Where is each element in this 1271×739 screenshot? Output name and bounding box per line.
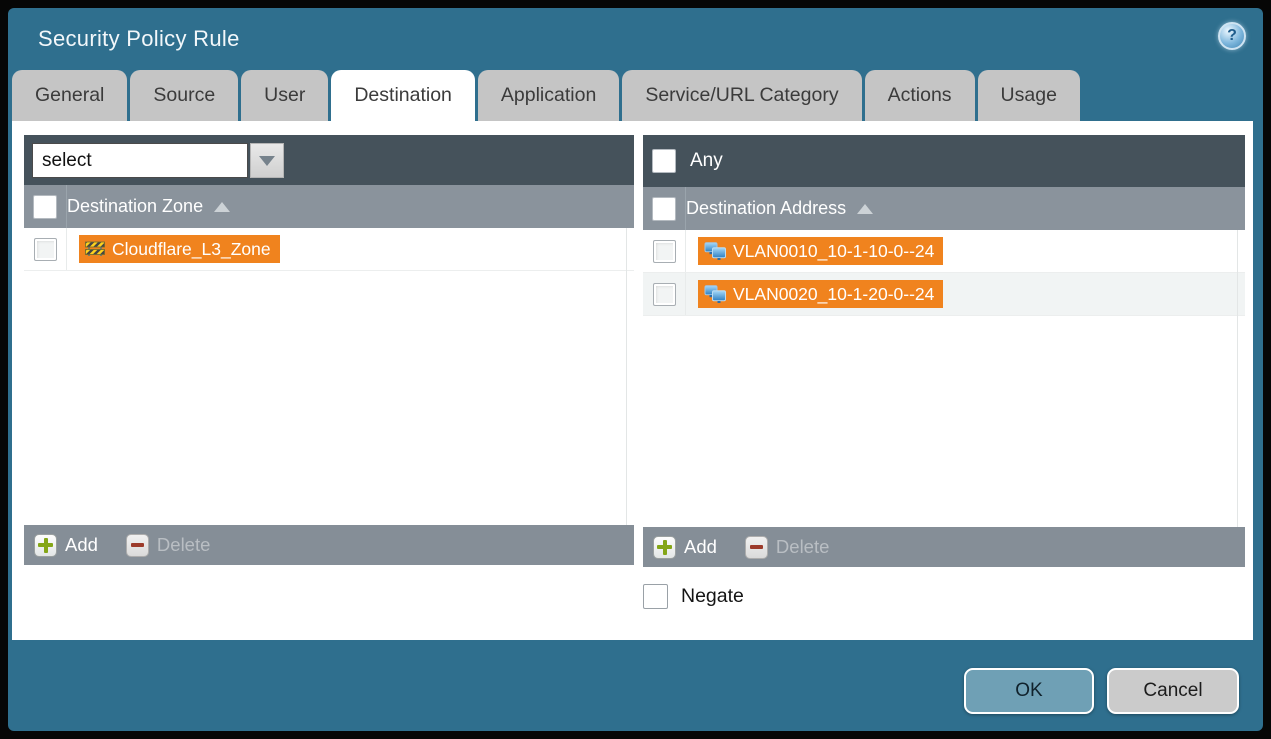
zone-add-button[interactable]: Add [34,534,98,557]
zone-row-checkbox[interactable] [34,238,57,261]
address-column-header-label[interactable]: Destination Address [686,198,846,219]
zone-panel-header [24,135,634,185]
address-panel-toolbar: Add Delete [643,527,1245,567]
address-row-label: VLAN0010_10-1-10-0--24 [733,241,934,262]
zone-delete-button[interactable]: Delete [126,534,210,557]
table-row: Cloudflare_L3_Zone [24,228,634,271]
address-column-header-row: Destination Address [643,187,1245,230]
tab-service-url-category[interactable]: Service/URL Category [622,70,861,121]
zone-panel-toolbar: Add Delete [24,525,634,565]
minus-icon [126,534,149,557]
negate-label: Negate [681,585,744,608]
any-label: Any [690,150,723,172]
zone-select-all-checkbox[interactable] [33,195,57,219]
zone-column-header-label[interactable]: Destination Zone [67,196,203,217]
destination-address-panel: Any Destination Address [643,135,1245,567]
tab-usage[interactable]: Usage [978,70,1080,121]
network-icon [704,285,726,303]
zone-select-combo [32,143,284,178]
zone-row-label: Cloudflare_L3_Zone [112,239,271,260]
tab-user[interactable]: User [241,70,328,121]
ok-button[interactable]: OK [964,668,1094,714]
address-row-checkbox[interactable] [653,283,676,306]
address-row-chip[interactable]: VLAN0020_10-1-20-0--24 [698,280,943,308]
address-row-label: VLAN0020_10-1-20-0--24 [733,284,934,305]
zone-add-label: Add [65,534,98,556]
sort-asc-icon [857,204,873,214]
address-row-checkbox[interactable] [653,240,676,263]
tab-application[interactable]: Application [478,70,619,121]
zone-column-header-row: Destination Zone [24,185,634,228]
sort-asc-icon [214,202,230,212]
zone-row-chip[interactable]: Cloudflare_L3_Zone [79,235,280,263]
table-row: VLAN0010_10-1-10-0--24 [643,230,1245,273]
address-panel-header: Any [643,135,1245,187]
zone-select-dropdown-button[interactable] [250,143,284,178]
tab-source[interactable]: Source [130,70,238,121]
tab-destination[interactable]: Destination [331,70,475,121]
zone-delete-label: Delete [157,534,210,556]
tab-strip: General Source User Destination Applicat… [12,70,1080,121]
plus-icon [34,534,57,557]
zone-select-input[interactable] [32,143,248,178]
negate-control: Negate [643,584,744,609]
help-icon[interactable]: ? [1218,22,1246,50]
any-checkbox[interactable] [652,149,676,173]
address-delete-button[interactable]: Delete [745,536,829,559]
address-row-chip[interactable]: VLAN0010_10-1-10-0--24 [698,237,943,265]
minus-icon [745,536,768,559]
destination-zone-panel: Destination Zone Cloudfl [24,135,634,565]
zone-icon [85,241,105,257]
address-add-label: Add [684,536,717,558]
network-icon [704,242,726,260]
dialog-title: Security Policy Rule [38,26,240,52]
plus-icon [653,536,676,559]
table-row: VLAN0020_10-1-20-0--24 [643,273,1245,316]
cancel-button[interactable]: Cancel [1107,668,1239,714]
address-select-all-checkbox[interactable] [652,197,676,221]
chevron-down-icon [259,156,275,166]
address-list: VLAN0010_10-1-10-0--24 VLAN [643,230,1245,527]
tab-actions[interactable]: Actions [865,70,975,121]
address-add-button[interactable]: Add [653,536,717,559]
tab-general[interactable]: General [12,70,127,121]
negate-checkbox[interactable] [643,584,668,609]
destination-tab-content: Destination Zone Cloudfl [12,121,1253,640]
address-delete-label: Delete [776,536,829,558]
security-policy-rule-dialog: Security Policy Rule ? General Source Us… [8,8,1263,731]
zone-list: Cloudflare_L3_Zone [24,228,634,525]
